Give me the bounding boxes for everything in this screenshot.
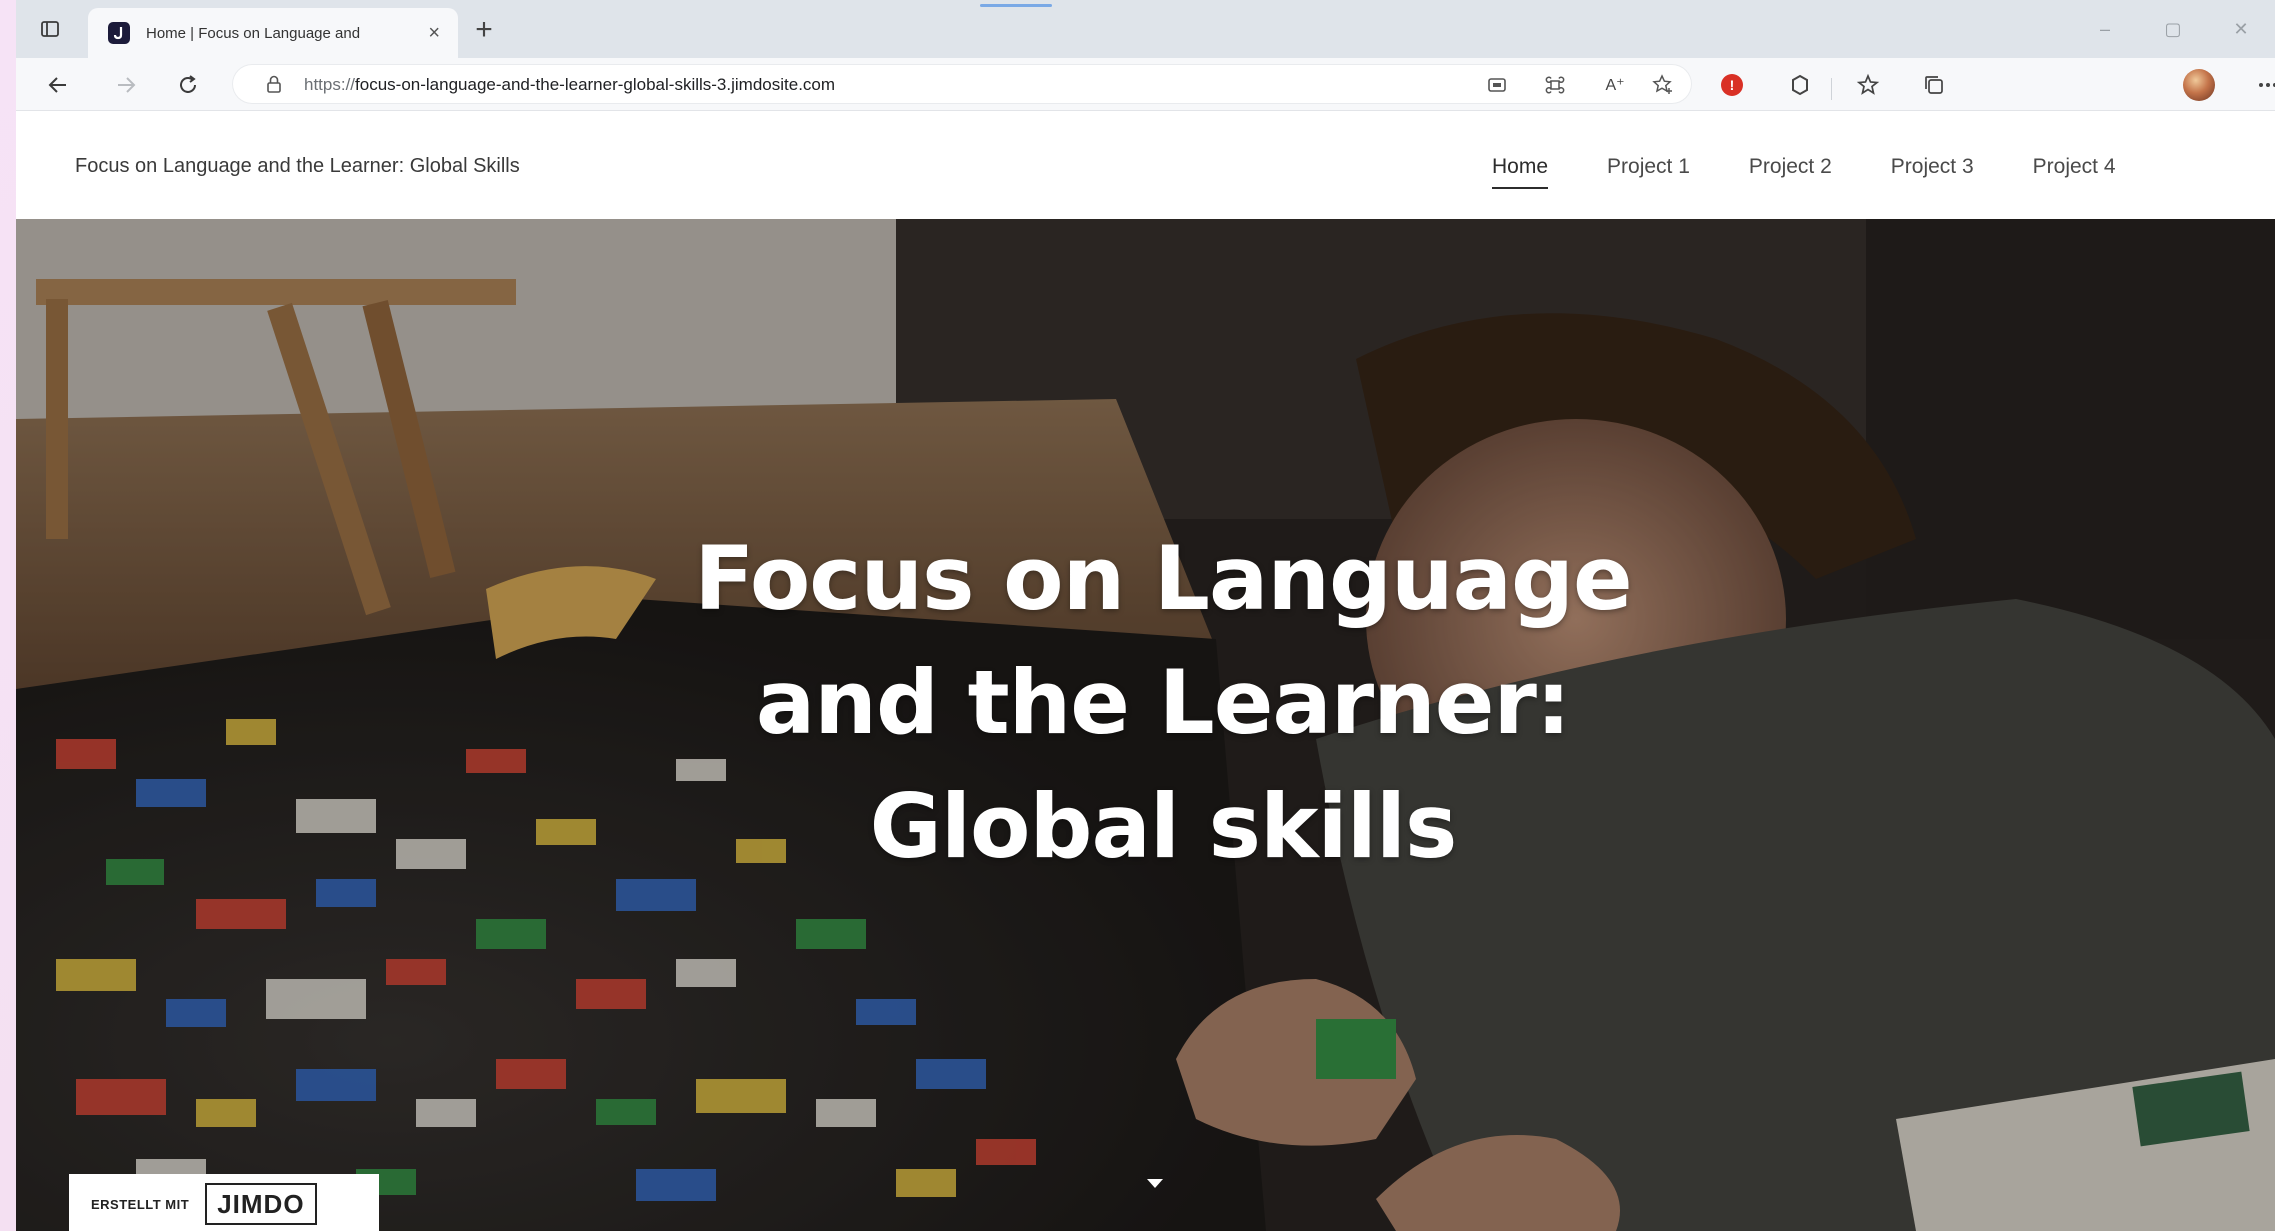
site-header: Focus on Language and the Learner: Globa… xyxy=(16,111,2275,219)
browser-window: Home | Focus on Language and × + – ▢ ✕ h… xyxy=(16,0,2275,1231)
jimdo-badge[interactable]: ERSTELLT MIT JIMDO xyxy=(69,1174,379,1231)
app-available-icon[interactable] xyxy=(1484,72,1510,98)
nav-project-1[interactable]: Project 1 xyxy=(1607,155,1690,185)
reload-icon[interactable] xyxy=(174,71,202,99)
back-icon[interactable] xyxy=(44,71,72,99)
made-with-label: ERSTELLT MIT xyxy=(91,1196,190,1212)
tab-bar: Home | Focus on Language and × + – ▢ ✕ xyxy=(16,0,2275,58)
extensions-puzzle-icon[interactable] xyxy=(1786,71,1814,99)
tab-close-icon[interactable]: × xyxy=(428,23,440,43)
nav-project-4[interactable]: Project 4 xyxy=(2033,155,2116,185)
adblock-icon[interactable]: ! xyxy=(1718,71,1746,99)
jimdo-favicon-icon xyxy=(108,22,130,44)
profile-avatar[interactable] xyxy=(2183,69,2215,101)
read-aloud-icon[interactable]: A⁺ xyxy=(1602,72,1628,98)
extension-icon[interactable] xyxy=(1542,72,1568,98)
hero-title-line-2: and the Learner: xyxy=(755,651,1571,754)
nav-project-2[interactable]: Project 2 xyxy=(1749,155,1832,185)
forward-icon[interactable] xyxy=(112,71,140,99)
browser-toolbar: https://focus-on-language-and-the-learne… xyxy=(16,58,2275,111)
collections-icon[interactable] xyxy=(1920,71,1948,99)
minimize-button[interactable]: – xyxy=(2071,19,2139,40)
tab-actions-icon[interactable] xyxy=(38,17,62,41)
close-window-button[interactable]: ✕ xyxy=(2207,19,2275,40)
toolbar-divider xyxy=(1831,78,1832,100)
tab-title: Home | Focus on Language and xyxy=(146,24,361,42)
loading-indicator xyxy=(980,4,1052,7)
jimdo-logo: JIMDO xyxy=(205,1183,317,1225)
add-favorite-icon[interactable] xyxy=(1650,72,1676,98)
svg-text:!: ! xyxy=(1730,77,1735,93)
maximize-button[interactable]: ▢ xyxy=(2139,19,2207,40)
site-title[interactable]: Focus on Language and the Learner: Globa… xyxy=(75,155,520,178)
url-host: focus-on-language-and-the-learner-global… xyxy=(355,75,836,94)
url-scheme: https:// xyxy=(304,75,356,94)
active-tab[interactable]: Home | Focus on Language and × xyxy=(88,8,458,58)
window-controls: – ▢ ✕ xyxy=(2071,0,2275,58)
hero-title-line-3: Global skills xyxy=(869,775,1458,878)
hero-title-line-1: Focus on Language xyxy=(694,527,1632,630)
favorites-icon[interactable] xyxy=(1854,71,1882,99)
lock-icon[interactable] xyxy=(264,74,284,94)
hero-title: Focus on Language and the Learner: Globa… xyxy=(616,517,1710,889)
address-bar[interactable]: https://focus-on-language-and-the-learne… xyxy=(232,64,1692,104)
scroll-down-icon[interactable] xyxy=(1147,1179,1163,1188)
more-menu-icon[interactable] xyxy=(2254,71,2275,99)
main-navigation: Home Project 1 Project 2 Project 3 Proje… xyxy=(1492,155,2175,189)
hero-section: Focus on Language and the Learner: Globa… xyxy=(16,219,2275,1231)
nav-home[interactable]: Home xyxy=(1492,155,1549,189)
nav-project-3[interactable]: Project 3 xyxy=(1891,155,1974,185)
url-text[interactable]: https://focus-on-language-and-the-learne… xyxy=(304,75,835,95)
new-tab-button[interactable]: + xyxy=(468,13,500,46)
